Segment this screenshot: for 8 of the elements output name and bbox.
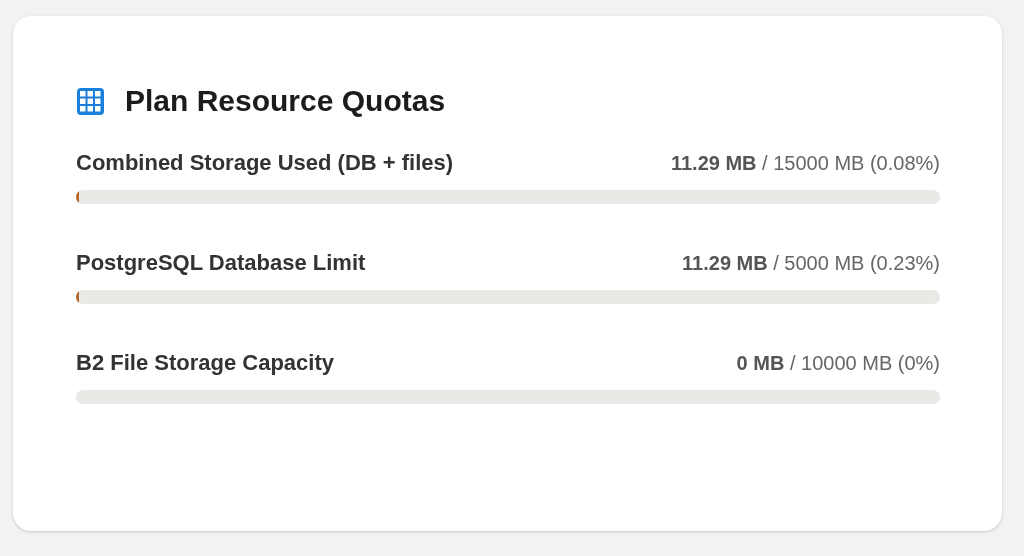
card-title: Plan Resource Quotas — [125, 84, 446, 118]
quota-label: Combined Storage Used (DB + files) — [76, 150, 454, 176]
quota-label: B2 File Storage Capacity — [76, 350, 334, 376]
quota-reading: 11.29 MB / 5000 MB (0.23%) — [682, 252, 940, 275]
quota-reading: 11.29 MB / 15000 MB (0.08%) — [670, 152, 940, 175]
quota-reading: 0 MB / 10000 MB (0%) — [736, 352, 940, 375]
grid-icon — [76, 86, 105, 116]
quota-label: PostgreSQL Database Limit — [76, 250, 366, 276]
